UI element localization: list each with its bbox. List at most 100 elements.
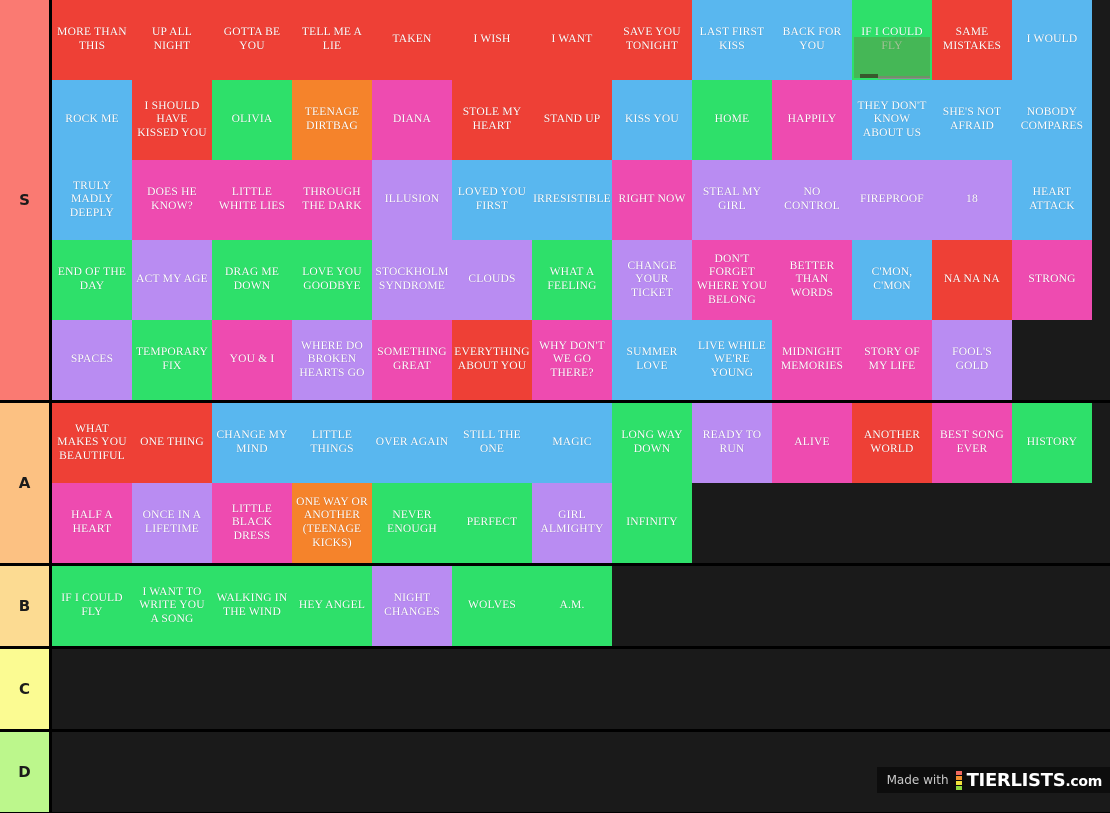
tier-item[interactable]: ONE WAY OR ANOTHER (TEENAGE KICKS) [292,483,372,563]
tier-item[interactable]: TELL ME A LIE [292,0,372,80]
tier-item[interactable]: MIDNIGHT MEMORIES [772,320,852,400]
tier-item[interactable]: I SHOULD HAVE KISSED YOU [132,80,212,160]
tier-item[interactable]: WHAT MAKES YOU BEAUTIFUL [52,403,132,483]
tier-item[interactable]: A.M. [532,566,612,646]
tier-item[interactable]: BETTER THAN WORDS [772,240,852,320]
tier-item[interactable]: HEART ATTACK [1012,160,1092,240]
tier-item[interactable]: TEENAGE DIRTBAG [292,80,372,160]
tier-item[interactable]: DOES HE KNOW? [132,160,212,240]
tier-item[interactable]: UP ALL NIGHT [132,0,212,80]
tier-item[interactable]: SHE'S NOT AFRAID [932,80,1012,160]
tier-item[interactable]: NIGHT CHANGES [372,566,452,646]
tier-item[interactable]: STOCKHOLM SYNDROME [372,240,452,320]
tier-item[interactable]: PERFECT [452,483,532,563]
tier-label-a[interactable]: A [0,403,52,563]
tier-item[interactable]: ANOTHER WORLD [852,403,932,483]
tier-item[interactable]: SUMMER LOVE [612,320,692,400]
tier-item[interactable]: CHANGE MY MIND [212,403,292,483]
tier-item[interactable]: STORY OF MY LIFE [852,320,932,400]
tier-label-s[interactable]: S [0,0,52,400]
tier-body-b[interactable]: IF I COULD FLY I WANT TO WRITE YOU A SONG… [52,566,1110,646]
tier-item[interactable]: CLOUDS [452,240,532,320]
tier-item[interactable]: I WANT TO WRITE YOU A SONG [132,566,212,646]
tier-item[interactable]: WALKING IN THE WIND [212,566,292,646]
tier-item[interactable]: IF I COULD FLY [52,566,132,646]
tier-label-b[interactable]: B [0,566,52,646]
tier-item[interactable]: LITTLE THINGS [292,403,372,483]
tier-label-c[interactable]: C [0,649,52,729]
tier-item[interactable]: MAGIC [532,403,612,483]
tierlists-watermark[interactable]: Made with TIERLISTS.com [876,767,1110,793]
tier-item[interactable]: STRONG [1012,240,1092,320]
tier-item[interactable]: SAME MISTAKES [932,0,1012,80]
tier-item[interactable]: NO CONTROL [772,160,852,240]
tier-item[interactable]: ALIVE [772,403,852,483]
tier-item[interactable]: WHY DON'T WE GO THERE? [532,320,612,400]
tier-item[interactable]: ONE THING [132,403,212,483]
tier-item[interactable]: FOOL'S GOLD [932,320,1012,400]
tier-item[interactable]: NOBODY COMPARES [1012,80,1092,160]
tier-item[interactable]: ONCE IN A LIFETIME [132,483,212,563]
tier-item[interactable]: SAVE YOU TONIGHT [612,0,692,80]
tier-item[interactable]: NA NA NA [932,240,1012,320]
tier-item[interactable]: FIREPROOF [852,160,932,240]
tier-item[interactable]: MORE THAN THIS [52,0,132,80]
tier-item[interactable]: TRULY MADLY DEEPLY [52,160,132,240]
tier-item[interactable]: BEST SONG EVER [932,403,1012,483]
tier-item[interactable]: TEMPORARY FIX [132,320,212,400]
tier-item[interactable]: SOMETHING GREAT [372,320,452,400]
tier-item[interactable]: OVER AGAIN [372,403,452,483]
tier-item[interactable]: STEAL MY GIRL [692,160,772,240]
tier-item[interactable]: IRRESISTIBLE [532,160,612,240]
tier-item[interactable]: DIANA [372,80,452,160]
tier-body-s[interactable]: MORE THAN THIS UP ALL NIGHT GOTTA BE YOU TE… [52,0,1110,400]
tier-item[interactable]: END OF THE DAY [52,240,132,320]
tier-item[interactable]: LITTLE BLACK DRESS [212,483,292,563]
tier-item[interactable]: THEY DON'T KNOW ABOUT US [852,80,932,160]
tier-body-c[interactable] [52,649,1110,729]
tier-item[interactable]: INFINITY [612,483,692,563]
tier-item[interactable]: I WANT [532,0,612,80]
tier-item[interactable]: LIVE WHILE WE'RE YOUNG [692,320,772,400]
tier-item[interactable]: I WOULD [1012,0,1092,80]
tier-item[interactable]: GIRL ALMIGHTY [532,483,612,563]
tier-item[interactable]: WOLVES [452,566,532,646]
tier-item[interactable]: KISS YOU [612,80,692,160]
tier-item[interactable]: DRAG ME DOWN [212,240,292,320]
tier-item[interactable]: LONG WAY DOWN [612,403,692,483]
tier-label-d[interactable]: D [0,732,52,812]
tier-item[interactable]: DON'T FORGET WHERE YOU BELONG [692,240,772,320]
tier-item[interactable]: C'MON, C'MON [852,240,932,320]
tier-item[interactable]: BACK FOR YOU [772,0,852,80]
tier-item[interactable]: ILLUSION [372,160,452,240]
tier-item[interactable]: HEY ANGEL [292,566,372,646]
tier-item[interactable]: IF I COULD FLY FLY [852,0,932,80]
tier-item[interactable]: HOME [692,80,772,160]
tier-item[interactable]: ACT MY AGE [132,240,212,320]
tier-item[interactable]: TAKEN [372,0,452,80]
tier-item[interactable]: HAPPILY [772,80,852,160]
tier-item[interactable]: NEVER ENOUGH [372,483,452,563]
tier-item[interactable]: SPACES [52,320,132,400]
tier-item[interactable]: ROCK ME [52,80,132,160]
tier-body-a[interactable]: WHAT MAKES YOU BEAUTIFUL ONE THING CHANGE … [52,403,1110,563]
tier-item[interactable]: HISTORY [1012,403,1092,483]
tier-item[interactable]: READY TO RUN [692,403,772,483]
tier-item[interactable]: YOU & I [212,320,292,400]
tier-item[interactable]: STAND UP [532,80,612,160]
tier-item[interactable]: STOLE MY HEART [452,80,532,160]
tier-item[interactable]: EVERYTHING ABOUT YOU [452,320,532,400]
tier-item[interactable]: RIGHT NOW [612,160,692,240]
tier-item[interactable]: LAST FIRST KISS [692,0,772,80]
tier-item[interactable]: LOVED YOU FIRST [452,160,532,240]
tier-item[interactable]: HALF A HEART [52,483,132,563]
tier-item[interactable]: LITTLE WHITE LIES [212,160,292,240]
tier-item[interactable]: THROUGH THE DARK [292,160,372,240]
tier-item[interactable]: LOVE YOU GOODBYE [292,240,372,320]
tier-item[interactable]: STILL THE ONE [452,403,532,483]
tier-item[interactable]: 18 [932,160,1012,240]
tier-item[interactable]: GOTTA BE YOU [212,0,292,80]
tier-item[interactable]: CHANGE YOUR TICKET [612,240,692,320]
tier-item[interactable]: I WISH [452,0,532,80]
tier-item[interactable]: WHAT A FEELING [532,240,612,320]
